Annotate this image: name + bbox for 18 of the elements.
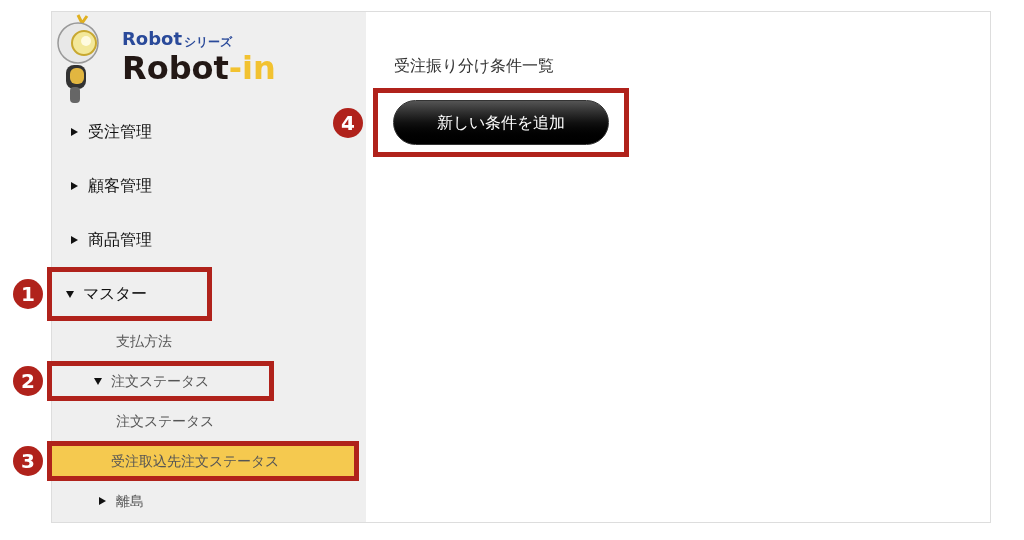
- sidebar-item[interactable]: 離島: [52, 481, 164, 521]
- number-badge: 2: [13, 366, 43, 396]
- logo-name: Robot: [122, 48, 229, 88]
- sidebar-item[interactable]: 受注取込先注文ステータス: [52, 446, 354, 476]
- sidebar-item[interactable]: 顧客管理: [52, 159, 172, 213]
- sidebar-item[interactable]: マスター: [52, 272, 167, 316]
- number-badge: 3: [13, 446, 43, 476]
- sidebar-item[interactable]: 支払方法: [52, 321, 192, 361]
- number-badge: 1: [13, 279, 43, 309]
- sidebar-item[interactable]: 注文ステータス: [52, 366, 229, 396]
- sidebar-item[interactable]: 受注管理: [52, 105, 172, 159]
- logo-name-suffix: -in: [228, 47, 276, 88]
- sidebar-item[interactable]: 注文ステータス: [52, 401, 234, 441]
- add-condition-button[interactable]: 新しい条件を追加: [393, 100, 609, 145]
- logo-series-label: シリーズ: [184, 35, 233, 48]
- sidebar-item[interactable]: 商品管理: [52, 213, 172, 267]
- page-title: 受注振り分け条件一覧: [394, 55, 554, 77]
- logo-series-brand: Robot: [122, 29, 183, 48]
